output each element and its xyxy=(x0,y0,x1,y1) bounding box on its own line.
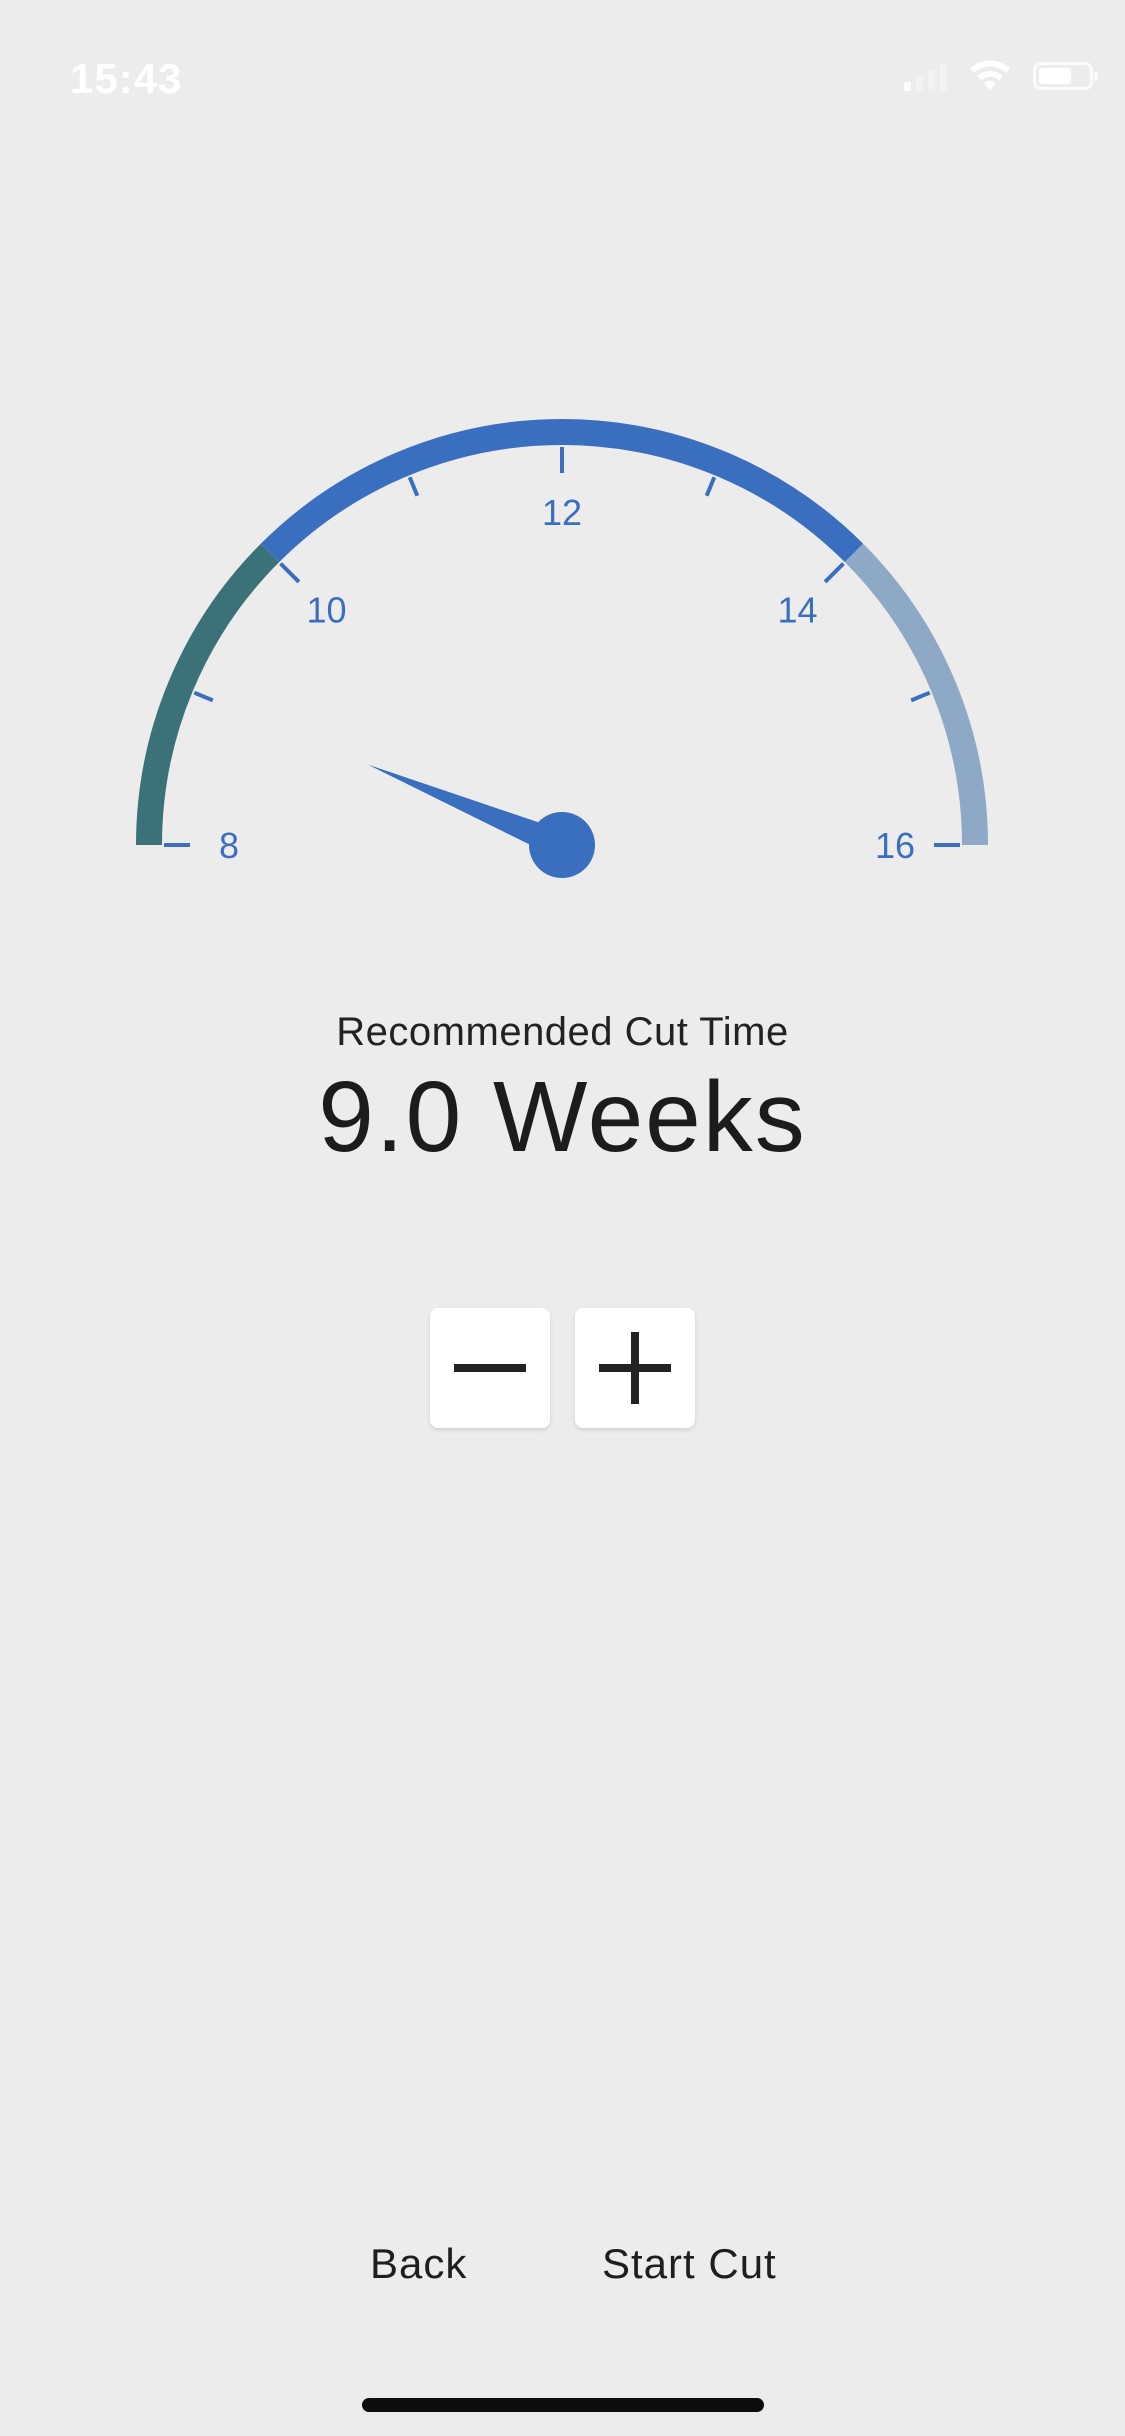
cut-time-value: 9.0 Weeks xyxy=(318,1061,807,1173)
gauge-tick-label: 12 xyxy=(542,492,582,533)
cut-time-stepper xyxy=(430,1308,695,1428)
back-button[interactable]: Back xyxy=(370,2240,467,2288)
gauge-major-tick xyxy=(279,562,301,584)
gauge-tick-label: 8 xyxy=(219,825,239,866)
gauge-minor-tick xyxy=(407,476,420,497)
increment-button[interactable] xyxy=(575,1308,695,1428)
gauge-tick-label: 14 xyxy=(777,590,817,631)
screen: 15:43 8 10 12 14 16 Recommended Cut Time 9.0… xyxy=(0,0,1125,2436)
recommended-cut-time-label: Recommended Cut Time xyxy=(336,1010,789,1054)
decrement-button[interactable] xyxy=(430,1308,550,1428)
gauge-minor-tick xyxy=(910,690,931,703)
home-indicator xyxy=(362,2398,764,2412)
gauge-major-tick xyxy=(823,562,845,584)
gauge-needle-hub xyxy=(529,812,595,878)
gauge-minor-tick xyxy=(704,476,717,497)
gauge-minor-tick xyxy=(193,690,214,703)
cut-time-gauge: 8 10 12 14 16 xyxy=(136,419,988,878)
gauge-labels: 8 10 12 14 16 xyxy=(219,492,915,866)
start-cut-button[interactable]: Start Cut xyxy=(602,2240,777,2288)
minus-icon xyxy=(454,1364,526,1372)
gauge-needle xyxy=(367,764,595,878)
gauge-tick-label: 16 xyxy=(875,825,915,866)
gauge-tick-label: 10 xyxy=(307,590,347,631)
